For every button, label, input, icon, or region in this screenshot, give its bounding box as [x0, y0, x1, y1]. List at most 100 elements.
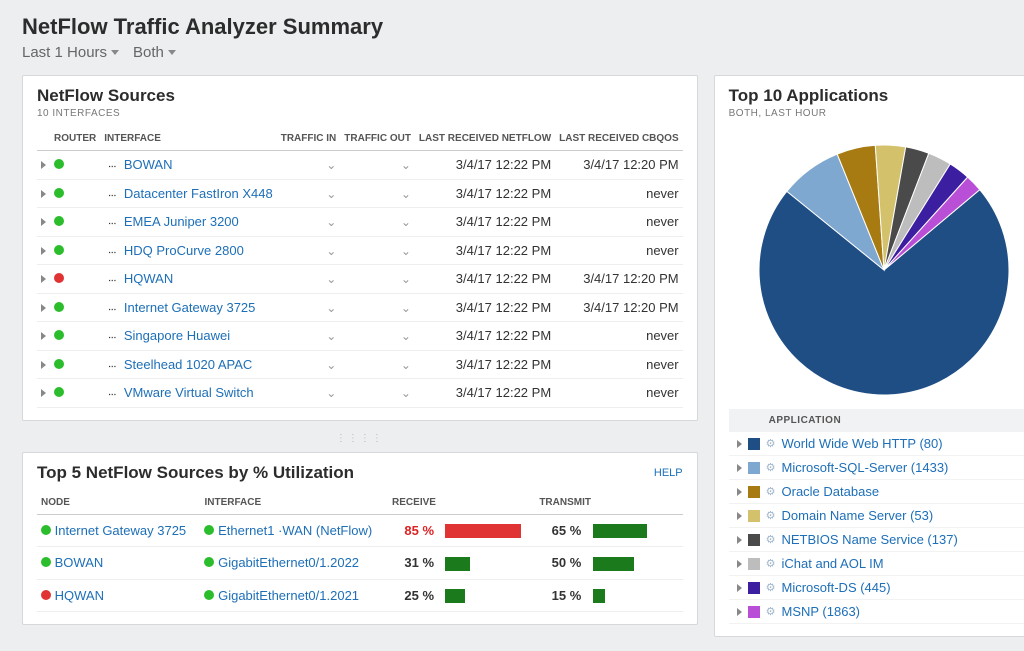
gear-icon[interactable]: ⚙	[766, 437, 776, 450]
help-link[interactable]: HELP	[654, 467, 683, 479]
col-last-cbqos[interactable]: LAST RECEIVED CBQOS	[555, 127, 682, 151]
application-link[interactable]: iChat and AOL IM	[782, 556, 884, 571]
col-last-netflow[interactable]: LAST RECEIVED NETFLOW	[415, 127, 555, 151]
expand-icon[interactable]	[41, 275, 46, 283]
chevron-down-icon[interactable]: ⌄	[326, 215, 336, 229]
table-row[interactable]: HQWAN GigabitEthernet0/1.202125 %15 %	[37, 579, 683, 612]
expand-icon[interactable]	[737, 464, 742, 472]
gear-icon[interactable]: ⚙	[766, 605, 776, 618]
interface-link[interactable]: GigabitEthernet0/1.2022	[218, 555, 359, 570]
legend-item[interactable]: ⚙ World Wide Web HTTP (80)	[729, 432, 1024, 456]
table-row[interactable]: Internet Gateway 3725 Ethernet1 ·WAN (Ne…	[37, 514, 683, 547]
col-transmit[interactable]: TRANSMIT	[535, 491, 682, 515]
table-row[interactable]: ⋯ VMware Virtual Switch⌄⌄3/4/17 12:22 PM…	[37, 379, 683, 408]
interface-link[interactable]: VMware Virtual Switch	[124, 385, 254, 400]
interface-link[interactable]: Steelhead 1020 APAC	[124, 357, 252, 372]
chevron-down-icon[interactable]: ⌄	[401, 158, 411, 172]
chevron-down-icon[interactable]: ⌄	[326, 244, 336, 258]
legend-item[interactable]: ⚙ Domain Name Server (53)	[729, 504, 1024, 528]
gear-icon[interactable]: ⚙	[766, 461, 776, 474]
table-row[interactable]: ⋯ EMEA Juniper 3200⌄⌄3/4/17 12:22 PMneve…	[37, 208, 683, 237]
gear-icon[interactable]: ⚙	[766, 485, 776, 498]
table-row[interactable]: ⋯ Internet Gateway 3725⌄⌄3/4/17 12:22 PM…	[37, 293, 683, 322]
expand-icon[interactable]	[41, 247, 46, 255]
chevron-down-icon[interactable]: ⌄	[401, 358, 411, 372]
expand-icon[interactable]	[41, 389, 46, 397]
chevron-down-icon[interactable]: ⌄	[401, 301, 411, 315]
expand-icon[interactable]	[41, 361, 46, 369]
table-row[interactable]: ⋯ HQWAN⌄⌄3/4/17 12:22 PM3/4/17 12:20 PM	[37, 265, 683, 294]
legend-item[interactable]: ⚙ NETBIOS Name Service (137)	[729, 528, 1024, 552]
chevron-down-icon[interactable]: ⌄	[401, 386, 411, 400]
col-interface[interactable]: INTERFACE	[200, 491, 388, 515]
chevron-down-icon[interactable]: ⌄	[326, 386, 336, 400]
legend-item[interactable]: ⚙ Oracle Database	[729, 480, 1024, 504]
table-row[interactable]: ⋯ Singapore Huawei⌄⌄3/4/17 12:22 PMnever	[37, 322, 683, 351]
interface-link[interactable]: HQWAN	[124, 271, 173, 286]
chevron-down-icon[interactable]: ⌄	[326, 301, 336, 315]
chevron-down-icon[interactable]: ⌄	[401, 329, 411, 343]
chevron-down-icon[interactable]: ⌄	[326, 187, 336, 201]
chevron-down-icon[interactable]: ⌄	[326, 158, 336, 172]
resize-grip-icon[interactable]: ⋮⋮⋮⋮	[22, 433, 698, 444]
gear-icon[interactable]: ⚙	[766, 581, 776, 594]
expand-icon[interactable]	[737, 440, 742, 448]
expand-icon[interactable]	[41, 304, 46, 312]
application-link[interactable]: Oracle Database	[782, 484, 880, 499]
col-router[interactable]: ROUTER	[50, 127, 100, 151]
chevron-down-icon[interactable]: ⌄	[326, 358, 336, 372]
col-node[interactable]: NODE	[37, 491, 200, 515]
legend-item[interactable]: ⚙ iChat and AOL IM	[729, 552, 1024, 576]
interface-link[interactable]: EMEA Juniper 3200	[124, 214, 239, 229]
application-link[interactable]: Domain Name Server (53)	[782, 508, 934, 523]
expand-icon[interactable]	[737, 512, 742, 520]
interface-link[interactable]: Singapore Huawei	[124, 328, 230, 343]
gear-icon[interactable]: ⚙	[766, 509, 776, 522]
gear-icon[interactable]: ⚙	[766, 533, 776, 546]
chevron-down-icon[interactable]: ⌄	[401, 244, 411, 258]
table-row[interactable]: ⋯ BOWAN⌄⌄3/4/17 12:22 PM3/4/17 12:20 PM	[37, 151, 683, 180]
interface-link[interactable]: GigabitEthernet0/1.2021	[218, 588, 359, 603]
node-link[interactable]: HQWAN	[55, 588, 104, 603]
interface-link[interactable]: BOWAN	[124, 157, 173, 172]
node-link[interactable]: Internet Gateway 3725	[55, 523, 187, 538]
table-row[interactable]: ⋯ Steelhead 1020 APAC⌄⌄3/4/17 12:22 PMne…	[37, 350, 683, 379]
col-interface[interactable]: INTERFACE	[100, 127, 276, 151]
node-link[interactable]: BOWAN	[55, 555, 104, 570]
application-link[interactable]: MSNP (1863)	[782, 604, 861, 619]
legend-item[interactable]: ⚙ MSNP (1863)	[729, 600, 1024, 624]
col-traffic-out[interactable]: TRAFFIC OUT	[340, 127, 415, 151]
interface-link[interactable]: Internet Gateway 3725	[124, 300, 256, 315]
legend-item[interactable]: ⚙ Microsoft-SQL-Server (1433)	[729, 456, 1024, 480]
time-filter[interactable]: Last 1 Hours	[22, 44, 119, 61]
interface-link[interactable]: Ethernet1 ·WAN (NetFlow)	[218, 523, 372, 538]
col-traffic-in[interactable]: TRAFFIC IN	[277, 127, 341, 151]
chevron-down-icon[interactable]: ⌄	[401, 272, 411, 286]
expand-icon[interactable]	[41, 332, 46, 340]
expand-icon[interactable]	[737, 608, 742, 616]
application-link[interactable]: Microsoft-DS (445)	[782, 580, 891, 595]
interface-link[interactable]: Datacenter FastIron X448	[124, 186, 273, 201]
gear-icon[interactable]: ⚙	[766, 557, 776, 570]
expand-icon[interactable]	[737, 584, 742, 592]
table-row[interactable]: ⋯ HDQ ProCurve 2800⌄⌄3/4/17 12:22 PMneve…	[37, 236, 683, 265]
chevron-down-icon[interactable]: ⌄	[401, 187, 411, 201]
legend-item[interactable]: ⚙ Microsoft-DS (445)	[729, 576, 1024, 600]
table-row[interactable]: BOWAN GigabitEthernet0/1.202231 %50 %	[37, 547, 683, 580]
col-receive[interactable]: RECEIVE	[388, 491, 535, 515]
chevron-down-icon[interactable]: ⌄	[326, 329, 336, 343]
expand-icon[interactable]	[737, 560, 742, 568]
application-link[interactable]: NETBIOS Name Service (137)	[782, 532, 958, 547]
application-link[interactable]: Microsoft-SQL-Server (1433)	[782, 460, 949, 475]
expand-icon[interactable]	[41, 190, 46, 198]
expand-icon[interactable]	[737, 536, 742, 544]
interface-link[interactable]: HDQ ProCurve 2800	[124, 243, 244, 258]
application-link[interactable]: World Wide Web HTTP (80)	[782, 436, 943, 451]
expand-icon[interactable]	[41, 218, 46, 226]
table-row[interactable]: ⋯ Datacenter FastIron X448⌄⌄3/4/17 12:22…	[37, 179, 683, 208]
direction-filter[interactable]: Both	[133, 44, 176, 61]
chevron-down-icon[interactable]: ⌄	[326, 272, 336, 286]
expand-icon[interactable]	[41, 161, 46, 169]
chevron-down-icon[interactable]: ⌄	[401, 215, 411, 229]
expand-icon[interactable]	[737, 488, 742, 496]
